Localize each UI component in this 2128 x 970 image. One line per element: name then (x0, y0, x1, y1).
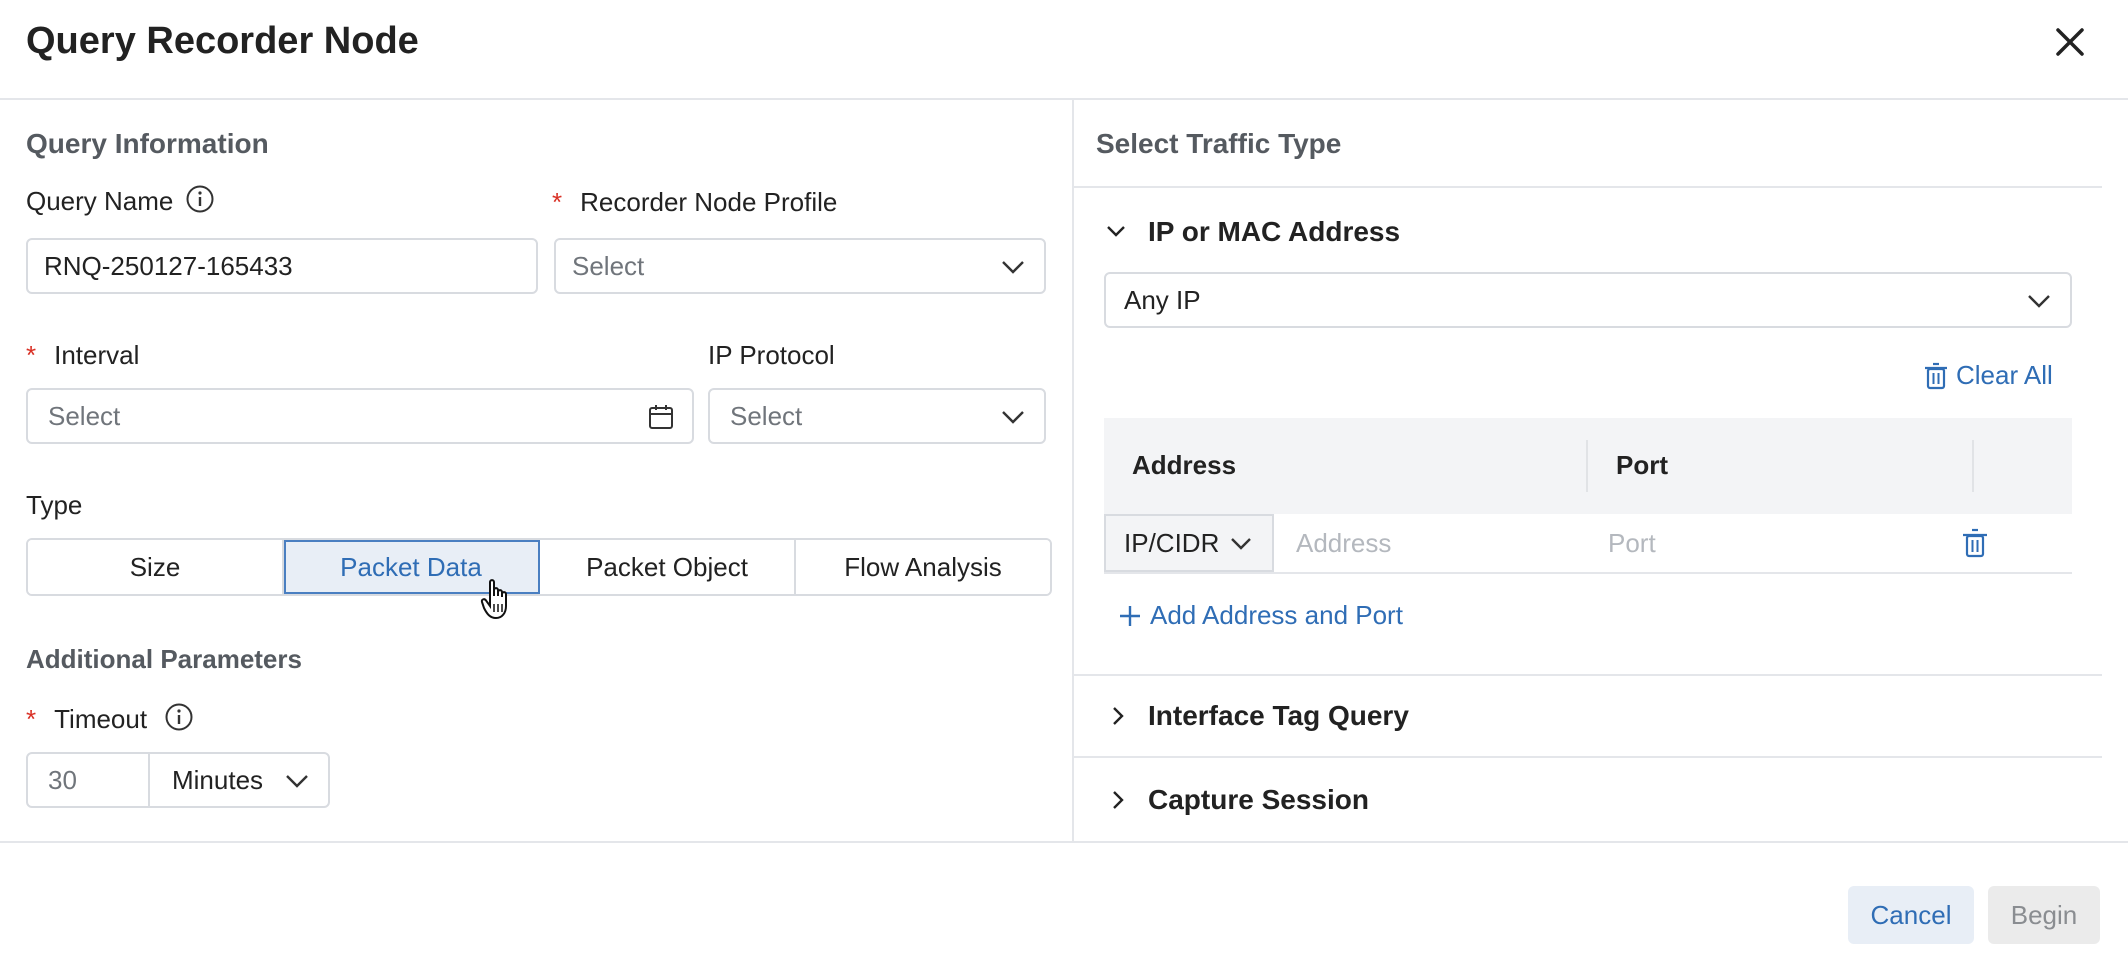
recorder-node-profile-select[interactable]: Select (554, 238, 1046, 294)
recorder-node-profile-label: * Recorder Node Profile (552, 187, 837, 218)
query-name-input[interactable]: RNQ-250127-165433 (26, 238, 538, 294)
timeout-input[interactable]: 30 (26, 752, 150, 808)
port-input[interactable]: Port (1608, 528, 1656, 559)
port-column-header: Port (1616, 450, 1668, 480)
interval-value: Select (48, 400, 121, 431)
timeout-label: * Timeout (26, 704, 147, 735)
chevron-down-icon (1231, 538, 1251, 550)
type-segmented-control: Size Packet Data Packet Object Flow Anal… (26, 538, 1052, 596)
address-filter-select[interactable]: Any IP (1104, 272, 2072, 328)
ip-protocol-value: Select (730, 400, 803, 431)
hand-cursor-icon (480, 579, 507, 620)
select-traffic-type-title: Select Traffic Type (1096, 128, 1342, 159)
required-mark: * (26, 340, 37, 370)
plus-icon (1120, 605, 1140, 626)
query-name-value: RNQ-250127-165433 (44, 250, 293, 281)
type-flow-analysis-button[interactable]: Flow Analysis (796, 540, 1050, 594)
divider (1074, 756, 2102, 758)
chevron-right-icon[interactable] (1108, 706, 1128, 726)
address-input[interactable]: Address (1296, 528, 1391, 559)
trash-icon (1925, 362, 1947, 389)
clear-all-button[interactable]: Clear All (1924, 360, 2053, 391)
address-filter-value: Any IP (1124, 284, 1201, 315)
divider (0, 841, 2128, 843)
timeout-value: 30 (48, 764, 77, 795)
recorder-node-profile-value: Select (572, 250, 645, 281)
required-mark: * (26, 704, 37, 734)
ip-protocol-label: IP Protocol (708, 340, 835, 370)
query-information-panel: Query Information Query Name * Recorder N… (0, 100, 1072, 842)
chevron-down-icon[interactable] (1106, 221, 1126, 241)
address-column-header: Address (1132, 450, 1237, 480)
close-icon[interactable] (2050, 22, 2090, 62)
chevron-down-icon (2028, 295, 2050, 308)
info-icon[interactable] (164, 702, 194, 732)
ip-protocol-select[interactable]: Select (708, 388, 1046, 444)
type-packet-object-button[interactable]: Packet Object (540, 540, 796, 594)
divider (1074, 674, 2102, 676)
recorder-node-profile-text: Recorder Node Profile (580, 187, 838, 217)
traffic-type-panel: Select Traffic Type IP or MAC Address An… (1072, 100, 2102, 842)
chevron-right-icon[interactable] (1108, 790, 1128, 810)
divider (1074, 186, 2102, 188)
dialog-header: Query Recorder Node (0, 0, 2128, 100)
timeout-unit-value: Minutes (172, 764, 264, 795)
calendar-icon[interactable] (648, 404, 674, 430)
row-type-select[interactable]: IP/CIDR (1104, 514, 1274, 572)
interval-label: * Interval (26, 340, 139, 371)
begin-button[interactable]: Begin (1988, 886, 2100, 944)
delete-row-icon[interactable] (1962, 528, 1988, 558)
interval-select[interactable]: Select (26, 388, 694, 444)
row-type-value: IP/CIDR (1124, 527, 1220, 558)
query-information-title: Query Information (26, 128, 269, 159)
add-address-port-button[interactable]: Add Address and Port (1118, 600, 1403, 631)
additional-parameters-title: Additional Parameters (26, 644, 302, 674)
address-row: IP/CIDR Address Port (1104, 514, 2072, 574)
chevron-down-icon (1002, 261, 1024, 274)
interval-text: Interval (54, 340, 140, 370)
chevron-down-icon (286, 775, 308, 788)
timeout-text: Timeout (54, 704, 148, 734)
type-size-button[interactable]: Size (28, 540, 284, 594)
chevron-down-icon (1002, 411, 1024, 424)
info-icon[interactable] (185, 184, 215, 214)
dialog-title: Query Recorder Node (26, 20, 419, 62)
timeout-unit-select[interactable]: Minutes (148, 752, 330, 808)
clear-all-label: Clear All (1956, 360, 2053, 390)
address-table-header: Address Port (1104, 418, 2072, 514)
cancel-button[interactable]: Cancel (1848, 886, 1974, 944)
column-divider (1972, 440, 1974, 492)
ip-mac-address-title[interactable]: IP or MAC Address (1148, 216, 1400, 248)
type-label: Type (26, 490, 83, 520)
query-name-label: Query Name (26, 186, 174, 216)
add-address-port-label: Add Address and Port (1150, 600, 1403, 630)
interface-tag-query-title[interactable]: Interface Tag Query (1148, 700, 1409, 732)
column-divider (1586, 440, 1588, 492)
capture-session-title[interactable]: Capture Session (1148, 784, 1369, 816)
required-mark: * (552, 187, 563, 217)
